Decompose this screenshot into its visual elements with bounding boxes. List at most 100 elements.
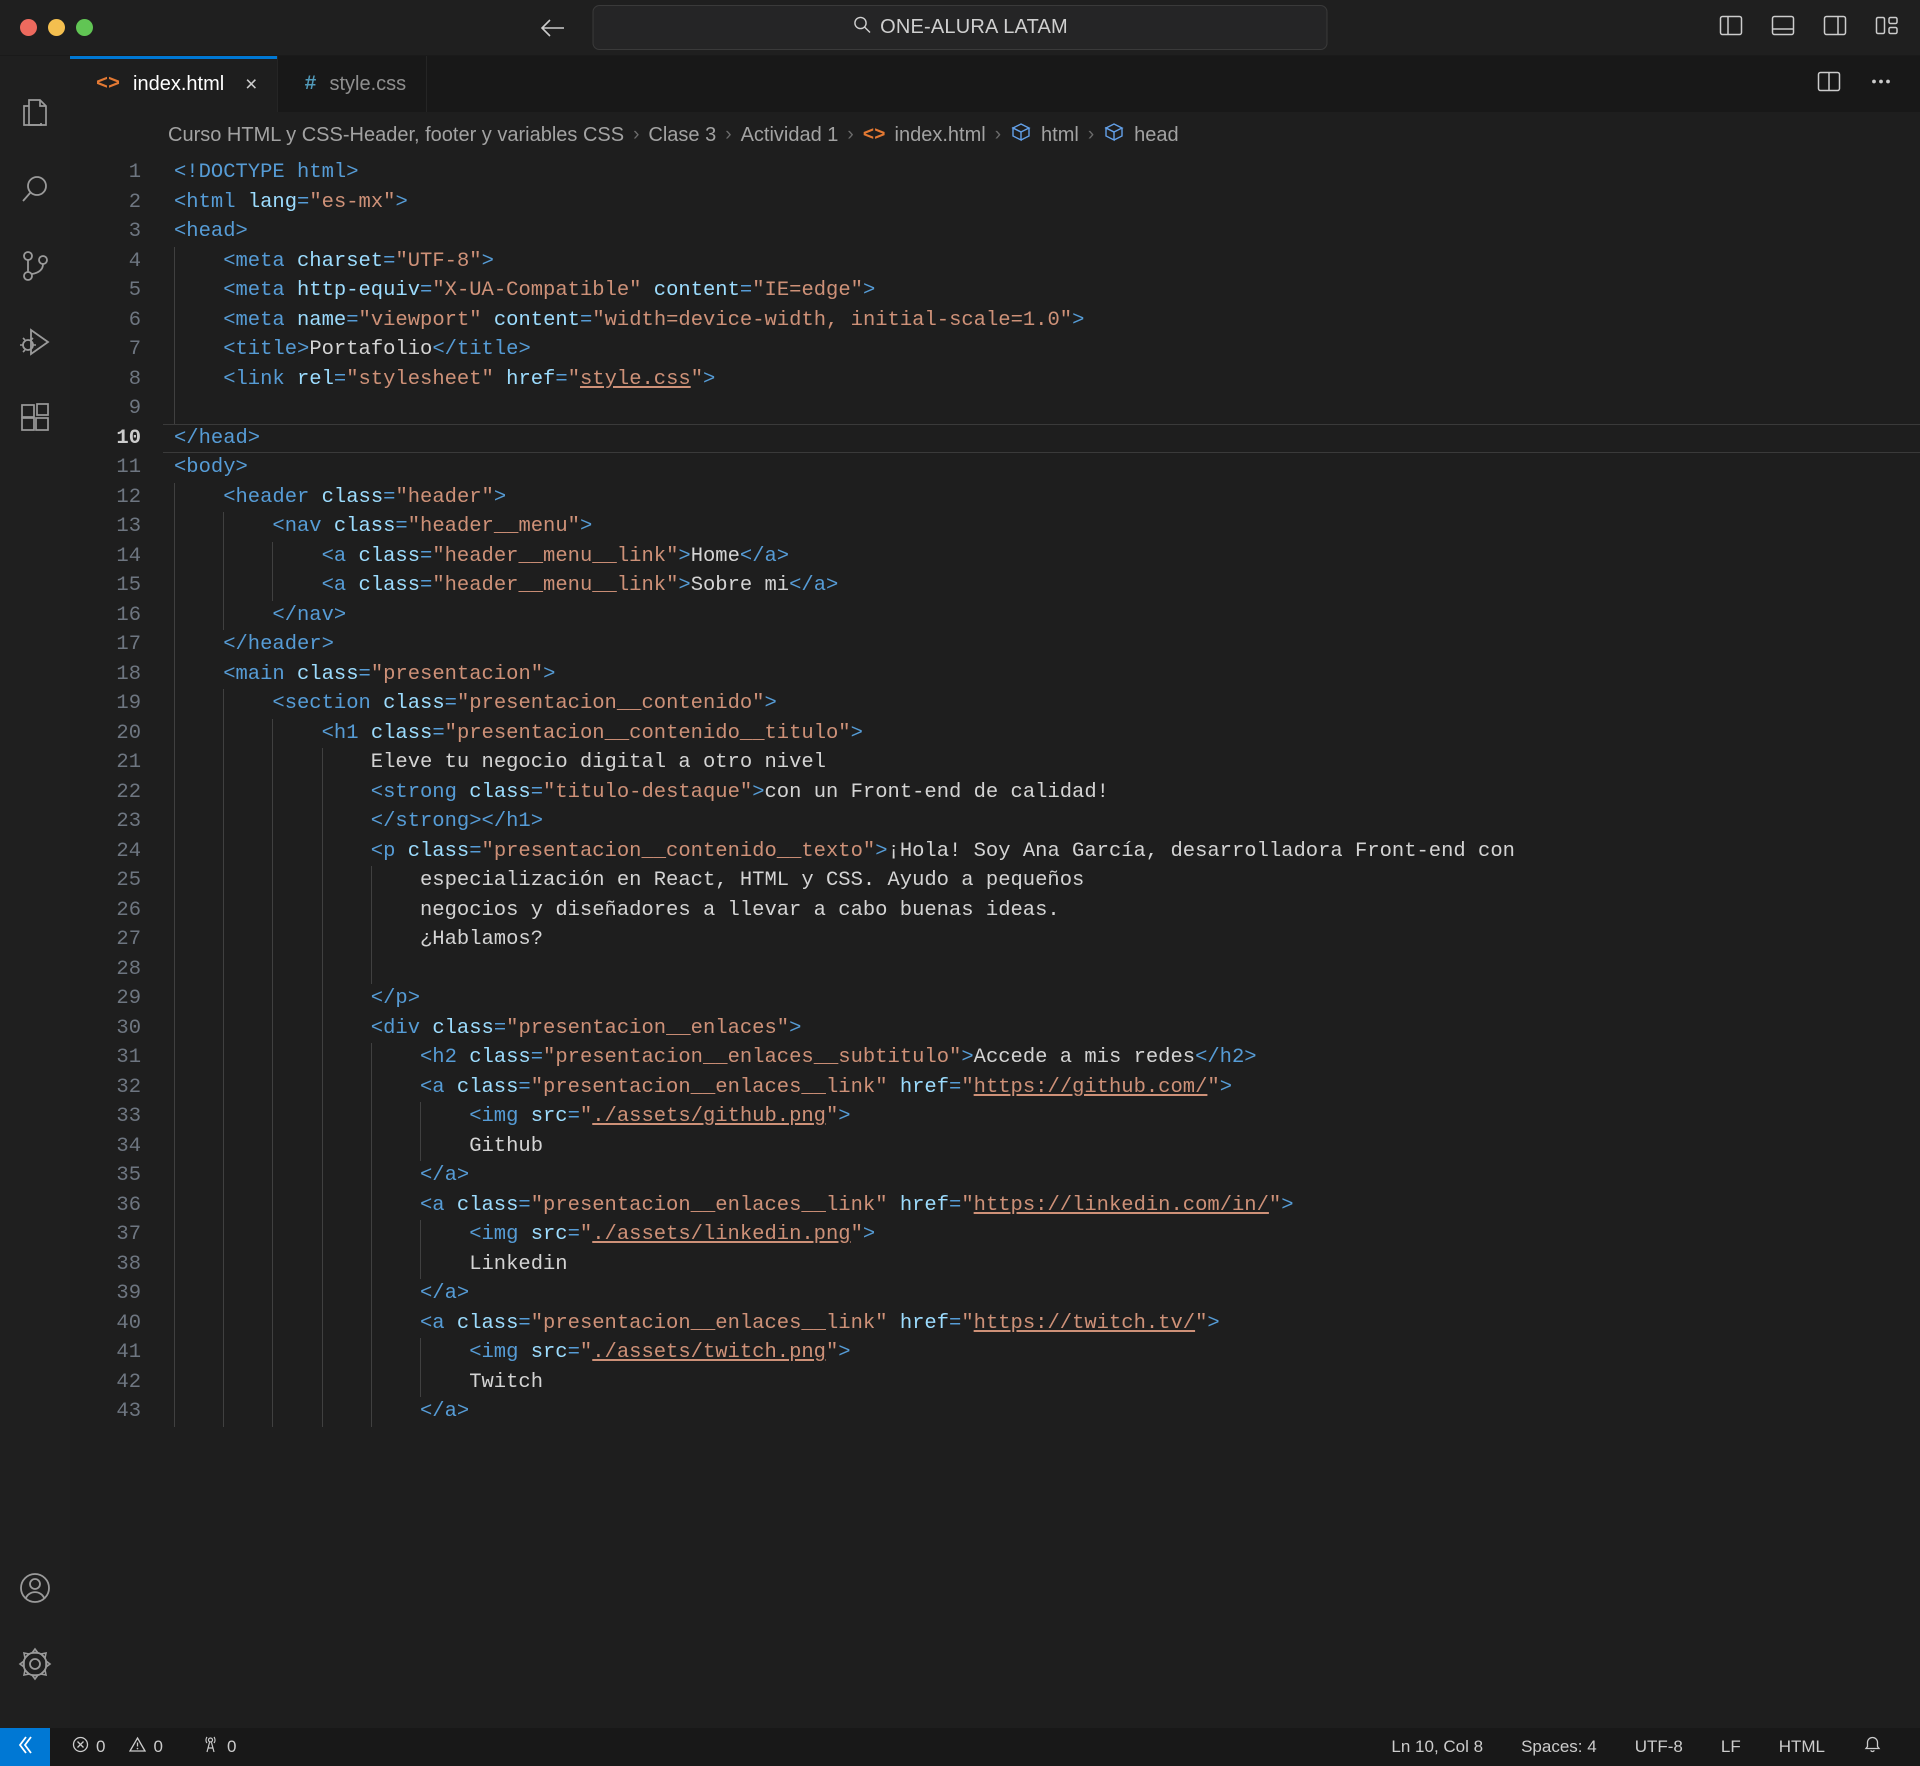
close-icon[interactable]: × — [245, 74, 257, 95]
code-line[interactable]: 4 <meta charset="UTF-8"> — [70, 246, 1920, 276]
maximize-window-button[interactable] — [76, 19, 93, 36]
more-actions-icon[interactable] — [1868, 70, 1894, 98]
code-line[interactable]: 17 </header> — [70, 630, 1920, 660]
sidebar-item-source-control[interactable] — [0, 230, 70, 306]
breadcrumb-item-5[interactable]: head — [1103, 121, 1179, 149]
code-line[interactable]: 26 negocios y diseñadores a llevar a cabo… — [70, 895, 1920, 925]
code-token: Home — [690, 544, 740, 568]
code-line[interactable]: 21 Eleve tu negocio digital a otro nivel — [70, 748, 1920, 778]
tab-style-css[interactable]: # style.css — [278, 56, 428, 112]
sidebar-item-explorer[interactable] — [0, 78, 70, 154]
customize-layout-icon[interactable] — [1874, 14, 1900, 42]
code-line[interactable]: 18 <main class="presentacion"> — [70, 659, 1920, 689]
status-eol[interactable]: LF — [1705, 1728, 1757, 1766]
code-line[interactable]: 25 especialización en React, HTML y CSS. … — [70, 866, 1920, 896]
code-line[interactable]: 33 <img src="./assets/github.png"> — [70, 1102, 1920, 1132]
close-window-button[interactable] — [20, 19, 37, 36]
code-token[interactable]: ./assets/twitch.png — [592, 1341, 826, 1364]
status-warnings[interactable]: 0 — [119, 1728, 172, 1766]
indent-guide — [174, 276, 175, 306]
breadcrumb-item-0[interactable]: Curso HTML y CSS-Header, footer y variab… — [168, 124, 624, 147]
code-token[interactable]: https://twitch.tv/ — [974, 1312, 1195, 1335]
status-language-mode[interactable]: HTML — [1763, 1728, 1841, 1766]
code-line[interactable]: 43 </a> — [70, 1397, 1920, 1427]
sidebar-item-extensions[interactable] — [0, 382, 70, 458]
back-arrow-icon[interactable] — [540, 17, 566, 39]
line-number: 34 — [116, 1134, 141, 1158]
code-token: </header> — [223, 633, 334, 656]
split-editor-icon[interactable] — [1816, 70, 1842, 98]
code-token[interactable]: style.css — [580, 368, 691, 391]
status-errors[interactable]: 0 — [62, 1728, 115, 1766]
code-line[interactable]: 27 ¿Hablamos? — [70, 925, 1920, 955]
minimize-window-button[interactable] — [48, 19, 65, 36]
code-token[interactable]: ./assets/linkedin.png — [592, 1223, 850, 1246]
breadcrumb-item-4[interactable]: html — [1010, 121, 1079, 149]
code-line[interactable]: 30 <div class="presentacion__enlaces"> — [70, 1013, 1920, 1043]
tab-index-html[interactable]: <> index.html × — [70, 56, 279, 112]
code-line[interactable]: 22 <strong class="titulo-destaque">con un… — [70, 777, 1920, 807]
code-line[interactable]: 13 <nav class="header__menu"> — [70, 512, 1920, 542]
code-line[interactable]: 24 <p class="presentacion__contenido__tex… — [70, 836, 1920, 866]
notifications-button[interactable] — [1847, 1728, 1898, 1766]
breadcrumb-item-3[interactable]: <> index.html — [863, 124, 986, 147]
breadcrumb-item-2[interactable]: Actividad 1 — [741, 124, 839, 147]
code-line[interactable]: 42 Twitch — [70, 1367, 1920, 1397]
indent-guide — [174, 807, 175, 837]
sidebar-item-search[interactable] — [0, 154, 70, 230]
code-line[interactable]: 5 <meta http-equiv="X-UA-Compatible" cont… — [70, 276, 1920, 306]
code-line[interactable]: 2 <html lang="es-mx"> — [70, 188, 1920, 218]
symbol-cube-icon — [1103, 121, 1125, 149]
toggle-panel-icon[interactable] — [1770, 14, 1796, 42]
toggle-secondary-sidebar-icon[interactable] — [1822, 14, 1848, 42]
code-line[interactable]: 7 <title>Portafolio</title> — [70, 335, 1920, 365]
code-line[interactable]: 36 <a class="presentacion__enlaces__link"… — [70, 1190, 1920, 1220]
command-center[interactable]: ONE-ALURA LATAM — [592, 5, 1328, 50]
code-line-content: <p class="presentacion__contenido__texto… — [163, 836, 1515, 866]
code-line[interactable]: 29 </p> — [70, 984, 1920, 1014]
code-line[interactable]: 14 <a class="header__menu__link">Home</a> — [70, 541, 1920, 571]
toggle-primary-sidebar-icon[interactable] — [1718, 14, 1744, 42]
indent-guide — [321, 1397, 323, 1427]
code-line[interactable]: 41 <img src="./assets/twitch.png"> — [70, 1338, 1920, 1368]
code-line[interactable]: 10 </head> — [70, 423, 1920, 453]
remote-window-indicator[interactable] — [0, 1728, 50, 1766]
code-line-content: Linkedin — [163, 1249, 568, 1279]
code-editor[interactable]: 1 <!DOCTYPE html> 2 <html lang="es-mx"> 3 <he… — [70, 158, 1920, 1728]
status-cursor-position[interactable]: Ln 10, Col 8 — [1375, 1728, 1499, 1766]
status-ports[interactable]: 0 — [191, 1728, 246, 1766]
code-line[interactable]: 6 <meta name="viewport" content="width=de… — [70, 305, 1920, 335]
code-line[interactable]: 34 Github — [70, 1131, 1920, 1161]
code-line[interactable]: 40 <a class="presentacion__enlaces__link"… — [70, 1308, 1920, 1338]
code-token[interactable]: ./assets/github.png — [592, 1105, 826, 1128]
code-token[interactable]: https://linkedin.com/in/ — [974, 1194, 1269, 1217]
indent-guide — [174, 1161, 175, 1191]
indent-guide — [223, 1043, 225, 1073]
code-line[interactable]: 23 </strong></h1> — [70, 807, 1920, 837]
breadcrumb-item-1[interactable]: Clase 3 — [648, 124, 716, 147]
code-token[interactable]: https://github.com/ — [974, 1076, 1208, 1099]
extensions-icon — [16, 399, 54, 442]
code-line[interactable]: 32 <a class="presentacion__enlaces__link"… — [70, 1072, 1920, 1102]
code-line[interactable]: 8 <link rel="stylesheet" href="style.css"… — [70, 364, 1920, 394]
accounts-button[interactable] — [0, 1552, 70, 1628]
status-encoding[interactable]: UTF-8 — [1619, 1728, 1699, 1766]
code-line[interactable]: 15 <a class="header__menu__link">Sobre mi… — [70, 571, 1920, 601]
manage-settings-button[interactable] — [0, 1628, 70, 1704]
code-line[interactable]: 1 <!DOCTYPE html> — [70, 158, 1920, 188]
code-line[interactable]: 12 <header class="header"> — [70, 482, 1920, 512]
code-line[interactable]: 35 </a> — [70, 1161, 1920, 1191]
code-line[interactable]: 37 <img src="./assets/linkedin.png"> — [70, 1220, 1920, 1250]
code-line[interactable]: 39 </a> — [70, 1279, 1920, 1309]
code-line[interactable]: 20 <h1 class="presentacion__contenido__ti… — [70, 718, 1920, 748]
code-line[interactable]: 38 Linkedin — [70, 1249, 1920, 1279]
code-line[interactable]: 9 — [70, 394, 1920, 424]
code-line[interactable]: 3 <head> — [70, 217, 1920, 247]
code-line[interactable]: 31 <h2 class="presentacion__enlaces__subt… — [70, 1043, 1920, 1073]
code-line[interactable]: 19 <section class="presentacion__contenid… — [70, 689, 1920, 719]
code-line[interactable]: 11 <body> — [70, 453, 1920, 483]
status-indentation[interactable]: Spaces: 4 — [1505, 1728, 1613, 1766]
code-line[interactable]: 28 — [70, 954, 1920, 984]
sidebar-item-run-debug[interactable] — [0, 306, 70, 382]
code-line[interactable]: 16 </nav> — [70, 600, 1920, 630]
